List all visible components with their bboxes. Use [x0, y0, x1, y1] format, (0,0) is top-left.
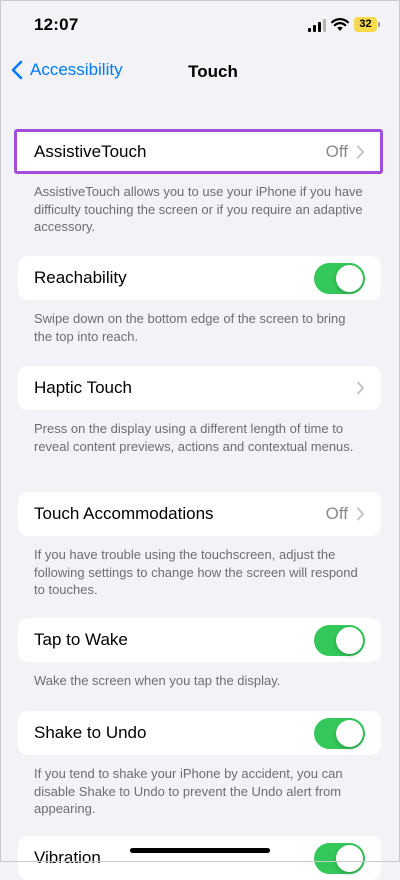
reachability-toggle[interactable] [314, 262, 365, 294]
settings-row-label: Reachability [34, 268, 127, 287]
settings-row-value: Off [325, 504, 348, 523]
vibration-toggle[interactable] [314, 842, 365, 874]
settings-footer: Swipe down on the bottom edge of the scr… [34, 311, 346, 344]
settings-group-haptic-touch: Haptic Touch [18, 366, 381, 410]
chevron-right-icon [357, 145, 364, 159]
wifi-icon [331, 18, 349, 31]
settings-row-haptic-touch[interactable]: Haptic Touch [18, 366, 381, 410]
settings-group-tap-to-wake: Tap to Wake [18, 618, 381, 662]
status-bar: 12:07 32 [0, 0, 400, 50]
settings-footer: If you have trouble using the touchscree… [34, 547, 358, 597]
cellular-signal-icon [308, 19, 326, 32]
settings-row-label: Touch Accommodations [34, 504, 214, 523]
settings-row-touch-accommodations[interactable]: Touch Accommodations Off [18, 492, 381, 536]
tap-to-wake-toggle[interactable] [314, 624, 365, 656]
chevron-right-icon [357, 507, 364, 521]
settings-row-label: AssistiveTouch [34, 142, 147, 161]
settings-footer: AssistiveTouch allows you to use your iP… [34, 184, 363, 234]
settings-footer: Press on the display using a different l… [34, 421, 354, 454]
settings-row-reachability: Reachability [18, 256, 381, 300]
settings-row-label: Haptic Touch [34, 378, 132, 397]
settings-group-vibration: Vibration [18, 836, 381, 880]
battery-cap [378, 22, 380, 27]
settings-row-tap-to-wake: Tap to Wake [18, 618, 381, 662]
settings-row-shake-to-undo: Shake to Undo [18, 711, 381, 755]
settings-group-touch-accommodations: Touch Accommodations Off [18, 492, 381, 536]
settings-row-label: Shake to Undo [34, 723, 147, 742]
navigation-bar: Accessibility Touch [0, 50, 400, 94]
settings-row-label: Tap to Wake [34, 630, 128, 649]
settings-footer: Wake the screen when you tap the display… [34, 673, 281, 688]
battery-icon: 32 [354, 17, 377, 32]
shake-to-undo-toggle[interactable] [314, 717, 365, 749]
status-time: 12:07 [34, 15, 79, 34]
chevron-right-icon [357, 381, 364, 395]
settings-row-value: Off [325, 142, 348, 161]
settings-group-reachability: Reachability [18, 256, 381, 300]
page-title: Touch [188, 62, 238, 81]
settings-row-vibration: Vibration [18, 836, 381, 880]
settings-footer: If you tend to shake your iPhone by acci… [34, 766, 343, 816]
settings-group-shake-to-undo: Shake to Undo [18, 711, 381, 755]
home-indicator[interactable] [130, 848, 270, 853]
settings-group-assistivetouch: AssistiveTouch Off [18, 132, 381, 172]
settings-row-assistivetouch[interactable]: AssistiveTouch Off [18, 132, 381, 172]
